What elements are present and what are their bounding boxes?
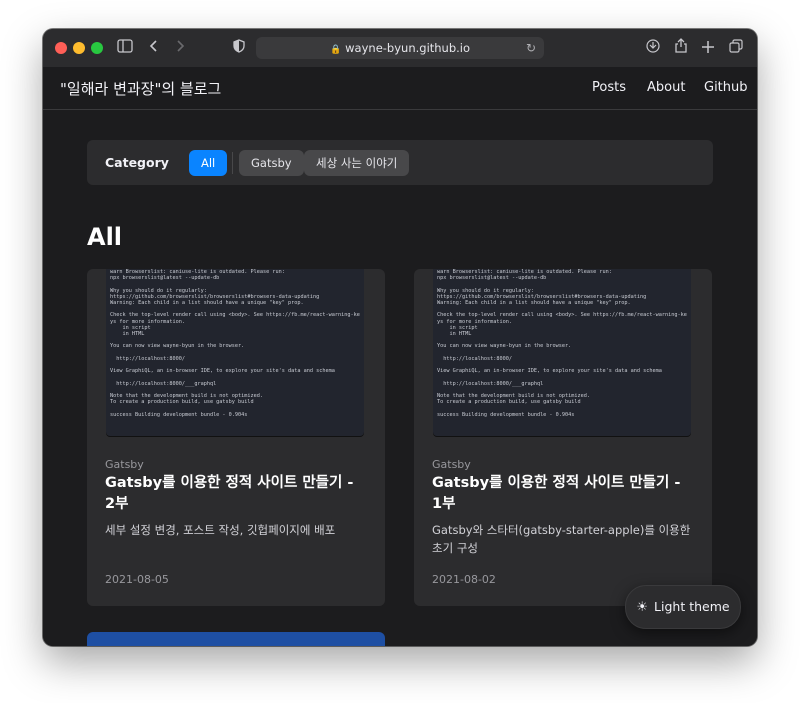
post-card[interactable]: warn Browserslist: caniuse-lite is outda…	[87, 269, 385, 606]
post-category: Gatsby	[432, 458, 471, 471]
post-thumbnail: warn Browserslist: caniuse-lite is outda…	[433, 269, 691, 436]
sun-icon: ☀	[636, 600, 649, 615]
post-card-partial[interactable]	[87, 632, 385, 646]
reload-icon[interactable]: ↻	[526, 37, 536, 59]
post-card[interactable]: warn Browserslist: caniuse-lite is outda…	[414, 269, 712, 606]
theme-toggle-label: Light theme	[654, 599, 730, 614]
main-content: Category All Gatsby 세상 사는 이야기 All warn B…	[43, 110, 757, 646]
close-window-button[interactable]	[55, 42, 67, 54]
category-label: Category	[105, 155, 169, 170]
sidebar-icon[interactable]	[117, 38, 133, 58]
shield-icon[interactable]	[233, 38, 245, 58]
zoom-window-button[interactable]	[91, 42, 103, 54]
address-bar[interactable]: 🔒 wayne-byun.github.io ↻	[256, 37, 544, 59]
site-title[interactable]: "일해라 변과장"의 블로그	[60, 78, 221, 99]
minimize-window-button[interactable]	[73, 42, 85, 54]
category-gatsby-button[interactable]: Gatsby	[239, 150, 304, 176]
download-icon[interactable]	[646, 38, 660, 58]
nav-posts[interactable]: Posts	[592, 80, 626, 95]
lock-icon: 🔒	[329, 45, 342, 55]
share-icon[interactable]	[675, 38, 687, 58]
browser-window: 🔒 wayne-byun.github.io ↻ "일해라 변과장"의 블로그 P…	[43, 29, 757, 646]
terminal-screenshot-text: warn Browserslist: caniuse-lite is outda…	[110, 269, 360, 418]
category-all-button[interactable]: All	[189, 150, 228, 176]
section-title: All	[87, 223, 123, 251]
post-date: 2021-08-02	[432, 573, 496, 586]
site-header: "일해라 변과장"의 블로그 Posts About Github	[43, 67, 757, 110]
post-description: 세부 설정 변경, 포스트 작성, 깃헙페이지에 배포	[105, 523, 336, 537]
post-title[interactable]: Gatsby를 이용한 정적 사이트 만들기 - 1부	[432, 473, 694, 515]
url-text: wayne-byun.github.io	[345, 41, 471, 55]
post-title[interactable]: Gatsby를 이용한 정적 사이트 만들기 - 2부	[105, 473, 367, 515]
back-icon[interactable]	[149, 38, 159, 58]
new-tab-icon[interactable]	[702, 38, 714, 58]
category-divider	[232, 152, 233, 174]
nav-github[interactable]: Github	[704, 80, 748, 95]
post-date: 2021-08-05	[105, 573, 169, 586]
theme-toggle-button[interactable]: ☀ Light theme	[625, 585, 741, 629]
nav-about[interactable]: About	[647, 80, 685, 95]
forward-icon[interactable]	[175, 38, 185, 58]
terminal-screenshot-text: warn Browserslist: caniuse-lite is outda…	[437, 269, 687, 418]
category-life-stories-button[interactable]: 세상 사는 이야기	[304, 150, 410, 176]
post-thumbnail: warn Browserslist: caniuse-lite is outda…	[106, 269, 364, 436]
tabs-icon[interactable]	[729, 38, 743, 58]
post-category: Gatsby	[105, 458, 144, 471]
category-bar: Category All Gatsby 세상 사는 이야기	[87, 140, 713, 185]
post-description: Gatsby와 스타터(gatsby-starter-apple)를 이용한 초…	[432, 523, 691, 555]
browser-toolbar: 🔒 wayne-byun.github.io ↻	[43, 29, 757, 68]
